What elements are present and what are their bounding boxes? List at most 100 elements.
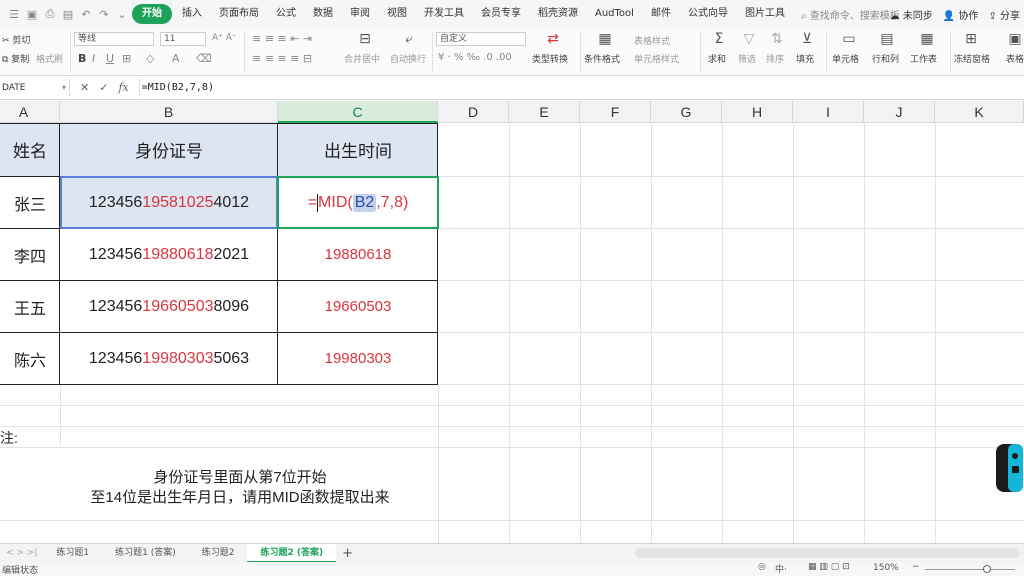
header-cell-birth[interactable]: 出生时间 (278, 123, 438, 176)
tab-member[interactable]: 会员专享 (474, 4, 528, 24)
conditional-format-button[interactable]: 条件格式 (584, 52, 620, 65)
header-cell-name[interactable]: 姓名 (0, 123, 60, 176)
column-header-a[interactable]: A (0, 101, 60, 123)
column-header-h[interactable]: H (722, 101, 793, 123)
align-top-icon[interactable]: ≡ ≡ ≡ ⇤ ⇥ (252, 32, 312, 45)
tab-formulas[interactable]: 公式 (269, 4, 303, 24)
tab-developer[interactable]: 开发工具 (417, 4, 471, 24)
id-cell[interactable]: 123456 19880618 2021 (60, 229, 278, 280)
tab-insert[interactable]: 插入 (175, 4, 209, 24)
zoom-level[interactable]: 150% (873, 563, 899, 573)
sync-button[interactable]: ☁ 未同步 (890, 7, 933, 22)
prev-sheet-icon[interactable]: < > >| (0, 544, 43, 563)
tab-picture-tools[interactable]: 图片工具 (738, 4, 792, 24)
column-header-i[interactable]: I (793, 101, 864, 123)
function-icon[interactable]: fx (118, 81, 128, 94)
tab-review[interactable]: 审阅 (343, 4, 377, 24)
underline-icon[interactable]: U (106, 52, 114, 65)
clear-icon[interactable]: ⌫ (196, 52, 212, 65)
name-box[interactable]: DATE ▾ (0, 78, 70, 97)
rowcol-button[interactable]: 行和列 (872, 52, 899, 65)
fill-button[interactable]: 填充 (796, 52, 814, 65)
cancel-icon[interactable]: ✕ (80, 81, 89, 94)
table-style-button[interactable]: 表格样式 (634, 34, 670, 47)
zoom-slider-handle[interactable] (983, 565, 991, 573)
eye-icon[interactable]: ◎ (758, 562, 766, 572)
share-button[interactable]: ⇪ 分享 (988, 7, 1020, 22)
tab-data[interactable]: 数据 (306, 4, 340, 24)
name-cell[interactable]: 王五 (0, 281, 60, 332)
tab-formula-wizard[interactable]: 公式向导 (681, 4, 735, 24)
input-method-icon[interactable]: 中· (775, 562, 787, 575)
number-format-select[interactable]: 自定义 (436, 32, 526, 46)
tab-audtool[interactable]: AudTool (588, 4, 641, 24)
sheet-button[interactable]: 工作表 (910, 52, 937, 65)
column-header-j[interactable]: J (864, 101, 935, 123)
cut-button[interactable]: ✂ 剪切 (2, 33, 30, 46)
cell-style-button[interactable]: 单元格样式 (634, 52, 679, 65)
birth-cell[interactable]: 19660503 (278, 281, 438, 332)
name-cell[interactable]: 李四 (0, 229, 60, 280)
table-tools-button[interactable]: 表格 (1006, 52, 1024, 65)
add-sheet-icon[interactable]: + (336, 544, 359, 563)
tab-home[interactable]: 开始 (132, 4, 172, 24)
confirm-icon[interactable]: ✓ (99, 81, 108, 94)
column-header-k[interactable]: K (935, 101, 1024, 123)
save-icon[interactable]: ▣ (26, 8, 38, 21)
percent-icon[interactable]: ¥ · % ‰ .0 .00 (438, 52, 512, 63)
birth-cell[interactable]: 19980303 (278, 333, 438, 384)
merge-button[interactable]: 合并居中 (344, 52, 380, 65)
format-painter-button[interactable]: 格式刷 (36, 52, 63, 65)
tab-mail[interactable]: 邮件 (644, 4, 678, 24)
redo-icon[interactable]: ↷ (98, 8, 110, 21)
tab-page-layout[interactable]: 页面布局 (212, 4, 266, 24)
tab-docer[interactable]: 稻壳资源 (531, 4, 585, 24)
horizontal-scrollbar[interactable] (635, 548, 1020, 558)
menu-icon[interactable]: ☰ (8, 8, 20, 21)
command-search[interactable]: ⌕ 查找命令、搜索模板 (801, 7, 900, 22)
header-cell-id[interactable]: 身份证号 (60, 123, 278, 176)
id-cell[interactable]: 123456 19980303 5063 (60, 333, 278, 384)
sheet-tab[interactable]: 练习题1 (答案) (102, 544, 189, 563)
border-icon[interactable]: ⊞ (122, 52, 131, 65)
chevron-down-icon[interactable]: ▾ (62, 79, 66, 97)
export-icon[interactable]: ▤ (62, 8, 74, 21)
name-cell[interactable]: 张三 (0, 177, 60, 228)
sum-button[interactable]: 求和 (708, 52, 726, 65)
font-name-select[interactable]: 等线 (74, 32, 154, 46)
align-left-icon[interactable]: ≡ ≡ ≡ ≡ ⊟ (252, 52, 312, 65)
type-convert-button[interactable]: 类型转换 (532, 52, 568, 65)
wrap-button[interactable]: 自动换行 (390, 52, 426, 65)
id-cell[interactable]: 123456 19660503 8096 (60, 281, 278, 332)
font-size-select[interactable]: 11 (160, 32, 206, 46)
print-icon[interactable]: ⎙ (44, 7, 56, 20)
filter-button[interactable]: 筛选 (738, 52, 756, 65)
sheet-tab[interactable]: 练习题2 (189, 544, 248, 563)
column-header-d[interactable]: D (438, 101, 509, 123)
column-header-c[interactable]: C (278, 101, 438, 123)
formula-input[interactable]: =MID(B2,7,8) (138, 78, 1024, 97)
birth-cell[interactable]: 19880618 (278, 229, 438, 280)
font-color-icon[interactable]: A (172, 52, 180, 65)
dropdown-icon[interactable]: ⌄ (116, 8, 128, 21)
sheet-tab-active[interactable]: 练习题2 (答案) (247, 543, 337, 563)
sheet-tab[interactable]: 练习题1 (43, 544, 102, 563)
freeze-button[interactable]: 冻结窗格 (954, 52, 990, 65)
cell-button[interactable]: 单元格 (832, 52, 859, 65)
copy-button[interactable]: ⧉ 复制 (2, 52, 29, 65)
column-header-b[interactable]: B (60, 101, 278, 123)
tab-view[interactable]: 视图 (380, 4, 414, 24)
font-grow-icon[interactable]: A⁺ A⁻ (212, 33, 237, 43)
undo-icon[interactable]: ↶ (80, 8, 92, 21)
normal-view-icon[interactable]: ▦ ▥ ▢ ⊡ (808, 562, 850, 572)
fill-color-icon[interactable]: ◇ (146, 52, 154, 65)
column-header-f[interactable]: F (580, 101, 651, 123)
column-header-e[interactable]: E (509, 101, 580, 123)
collab-button[interactable]: 👤 协作 (943, 7, 979, 22)
column-header-g[interactable]: G (651, 101, 722, 123)
zoom-slider[interactable] (925, 569, 1015, 570)
italic-icon[interactable]: I (92, 52, 95, 65)
zoom-out-icon[interactable]: − (912, 562, 920, 572)
bold-icon[interactable]: B (78, 52, 86, 65)
sort-button[interactable]: 排序 (766, 52, 784, 65)
